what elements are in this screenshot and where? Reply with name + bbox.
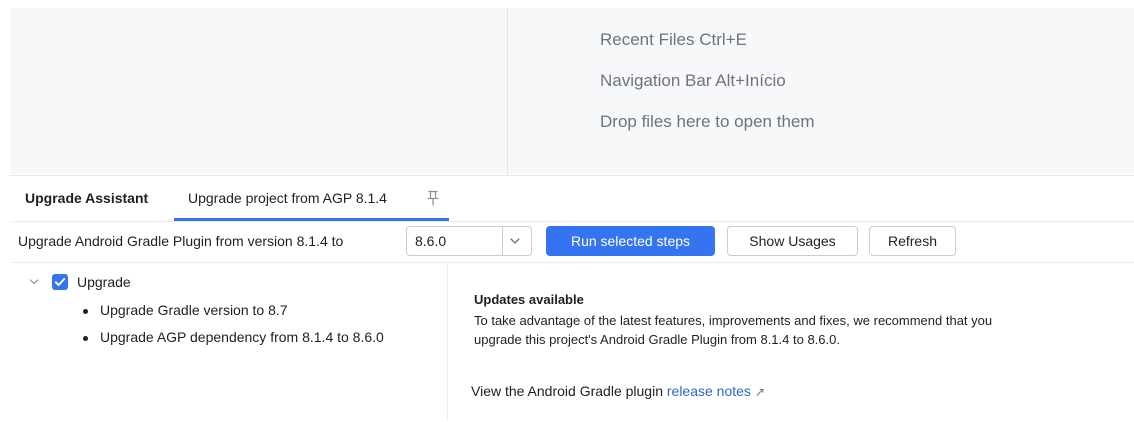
chevron-down-icon[interactable]	[508, 235, 522, 247]
pin-icon[interactable]	[426, 190, 440, 206]
recent-files-hint: Recent Files Ctrl+E	[600, 30, 747, 49]
tab-upgrade-project[interactable]: Upgrade project from AGP 8.1.4	[174, 181, 449, 221]
list-item[interactable]: Upgrade Gradle version to 8.7	[100, 302, 288, 318]
version-select-divider	[502, 227, 503, 255]
checkmark-icon	[54, 278, 66, 286]
tool-window-title: Upgrade Assistant	[25, 190, 149, 206]
version-select[interactable]: 8.6.0	[406, 226, 532, 256]
show-usages-button[interactable]: Show Usages	[727, 226, 858, 256]
release-notes-link[interactable]: release notes	[667, 383, 751, 399]
tab-strip-divider	[10, 221, 1134, 222]
refresh-button[interactable]: Refresh	[869, 226, 956, 256]
release-notes-prefix: View the Android Gradle plugin	[471, 383, 663, 399]
version-select-value: 8.6.0	[415, 233, 447, 249]
editor-empty-area-left	[10, 8, 508, 174]
chevron-down-icon[interactable]	[28, 276, 40, 288]
external-link-icon[interactable]: ↗	[755, 385, 765, 399]
details-description: To take advantage of the latest features…	[474, 313, 993, 347]
details-heading: Updates available	[474, 292, 584, 307]
bullet-icon	[83, 309, 88, 314]
tab-upgrade-project-label: Upgrade project from AGP 8.1.4	[188, 190, 387, 206]
list-item[interactable]: Upgrade AGP dependency from 8.1.4 to 8.6…	[100, 329, 384, 345]
tree-root-label[interactable]: Upgrade	[77, 274, 131, 290]
upgrade-checkbox[interactable]	[52, 274, 68, 290]
release-notes-line: View the Android Gradle plugin release n…	[471, 383, 765, 399]
version-label: Upgrade Android Gradle Plugin from versi…	[18, 233, 344, 249]
run-selected-steps-button[interactable]: Run selected steps	[546, 226, 715, 256]
bullet-icon	[83, 336, 88, 341]
drop-files-hint: Drop files here to open them	[600, 112, 815, 131]
navigation-bar-hint: Navigation Bar Alt+Início	[600, 71, 786, 90]
